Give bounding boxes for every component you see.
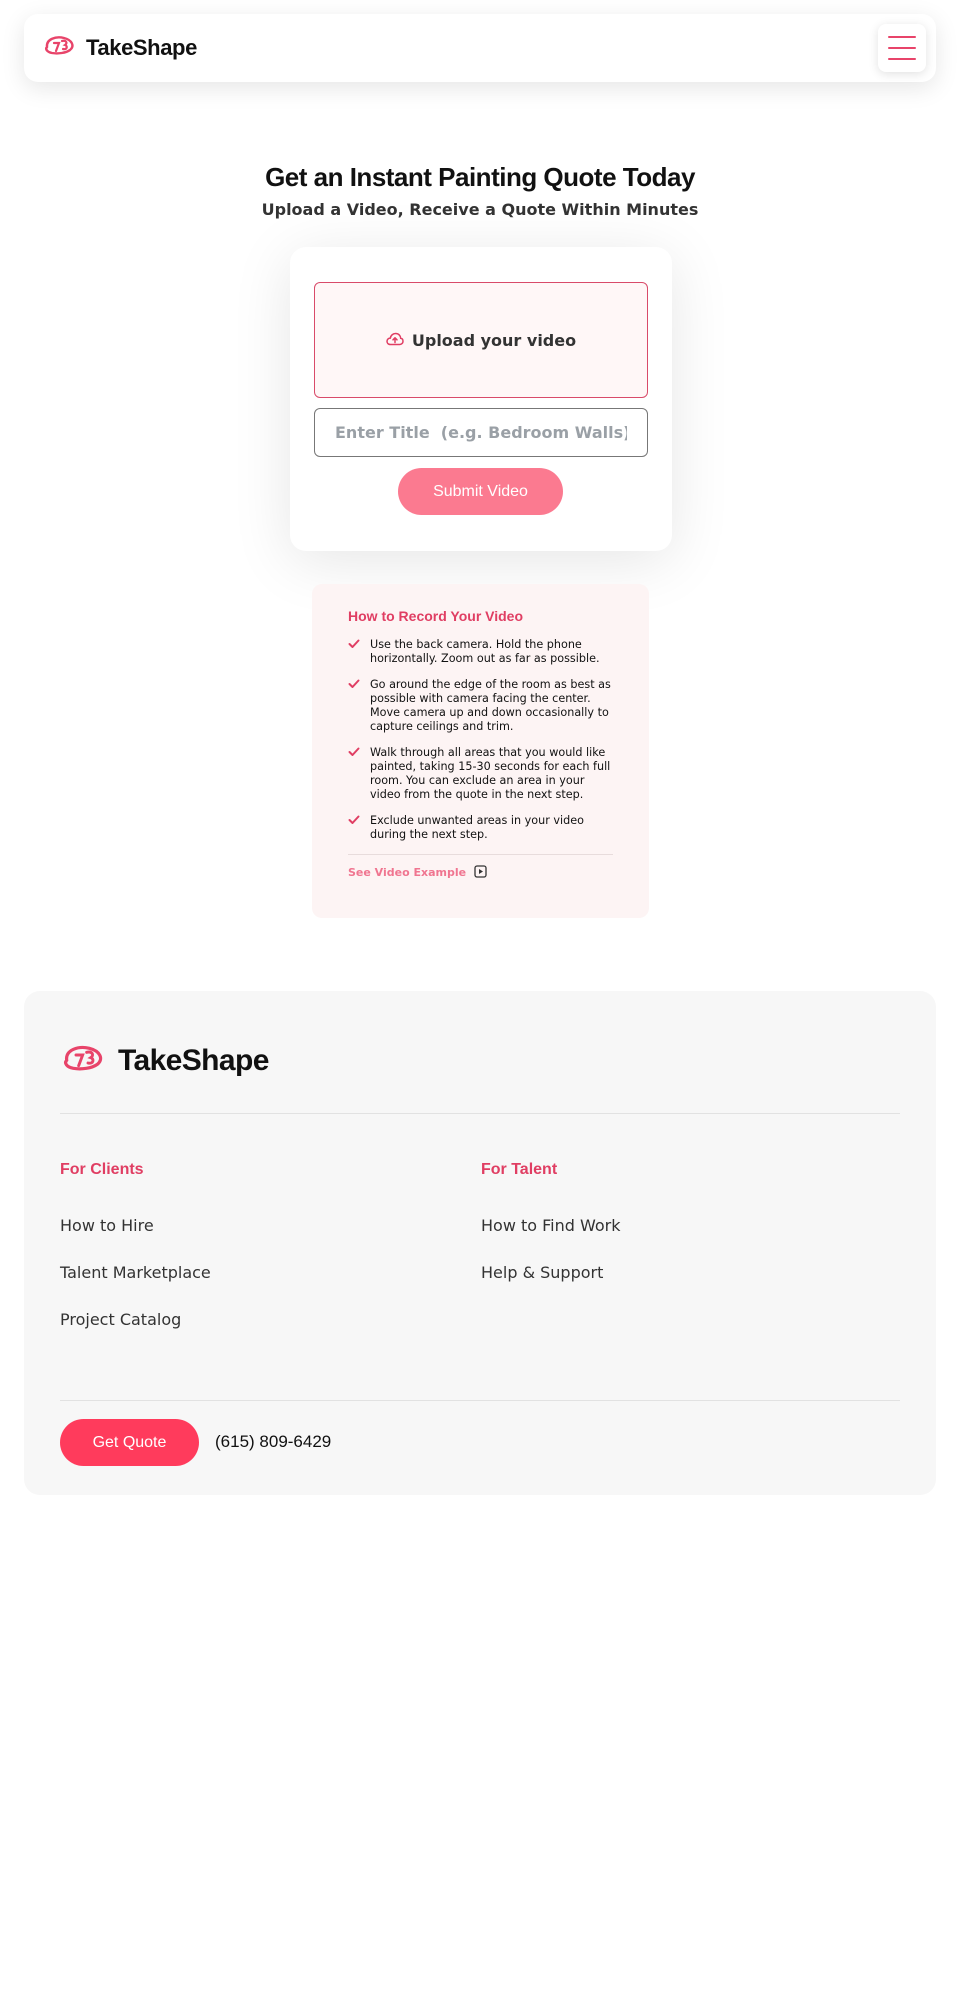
footer-link-how-to-hire[interactable]: How to Hire	[60, 1216, 211, 1235]
footer-link-project-catalog[interactable]: Project Catalog	[60, 1310, 211, 1329]
menu-line	[888, 58, 916, 60]
check-icon	[348, 679, 360, 688]
instruction-text: Use the back camera. Hold the phone hori…	[370, 638, 600, 665]
instruction-item: Walk through all areas that you would li…	[348, 746, 613, 802]
check-icon	[348, 815, 360, 824]
footer-brand-link[interactable]: TakeShape	[60, 1043, 269, 1079]
how-to-record-title: How to Record Your Video	[348, 608, 524, 624]
check-icon	[348, 747, 360, 756]
takeshape-logo-icon	[60, 1043, 108, 1079]
page-title: Get an Instant Painting Quote Today	[265, 162, 695, 192]
submit-video-button[interactable]: Submit Video	[398, 468, 563, 515]
cloud-upload-icon	[386, 331, 404, 350]
footer-divider	[60, 1400, 900, 1401]
instruction-item: Go around the edge of the room as best a…	[348, 678, 613, 734]
site-header: TakeShape	[24, 14, 936, 82]
check-icon	[348, 639, 360, 648]
see-video-example-link[interactable]: See Video Example	[348, 863, 613, 882]
menu-line	[888, 47, 916, 49]
phone-number-link[interactable]: (615) 809-6429	[215, 1432, 331, 1452]
instruction-item: Use the back camera. Hold the phone hori…	[348, 638, 613, 666]
hamburger-menu-button[interactable]	[878, 24, 926, 72]
footer-link-how-to-find-work[interactable]: How to Find Work	[481, 1216, 621, 1235]
menu-line	[888, 36, 916, 38]
get-quote-button[interactable]: Get Quote	[60, 1419, 199, 1466]
page-subtitle: Upload a Video, Receive a Quote Within M…	[261, 200, 699, 219]
for-clients-heading: For Clients	[60, 1161, 144, 1178]
instruction-text: Go around the edge of the room as best a…	[370, 678, 611, 733]
video-upload-dropzone[interactable]: Upload your video	[314, 282, 648, 398]
video-title-input[interactable]	[314, 408, 648, 457]
upload-card: Upload your video Submit Video	[290, 247, 672, 551]
instruction-text: Walk through all areas that you would li…	[370, 746, 611, 801]
site-footer: TakeShape For Clients How to Hire Talent…	[24, 991, 936, 1495]
play-icon	[474, 863, 487, 882]
instruction-item: Exclude unwanted areas in your video dur…	[348, 814, 613, 842]
upload-video-label: Upload your video	[411, 330, 577, 350]
footer-divider	[60, 1113, 900, 1114]
footer-brand-name: TakeShape	[118, 1044, 269, 1077]
divider	[348, 854, 613, 855]
how-to-record-panel: How to Record Your Video Use the back ca…	[312, 584, 649, 918]
footer-link-talent-marketplace[interactable]: Talent Marketplace	[60, 1263, 211, 1282]
footer-talent-column: For Talent How to Find Work Help & Suppo…	[481, 1161, 621, 1282]
see-video-example-label: See Video Example	[348, 866, 467, 879]
instruction-text: Exclude unwanted areas in your video dur…	[370, 814, 584, 841]
footer-link-help-support[interactable]: Help & Support	[481, 1263, 621, 1282]
footer-clients-column: For Clients How to Hire Talent Marketpla…	[60, 1161, 211, 1329]
brand-name: TakeShape	[86, 35, 197, 60]
takeshape-logo-icon	[42, 34, 78, 62]
instruction-list: Use the back camera. Hold the phone hori…	[348, 638, 613, 842]
for-talent-heading: For Talent	[481, 1161, 558, 1178]
brand-logo-link[interactable]: TakeShape	[42, 34, 197, 62]
